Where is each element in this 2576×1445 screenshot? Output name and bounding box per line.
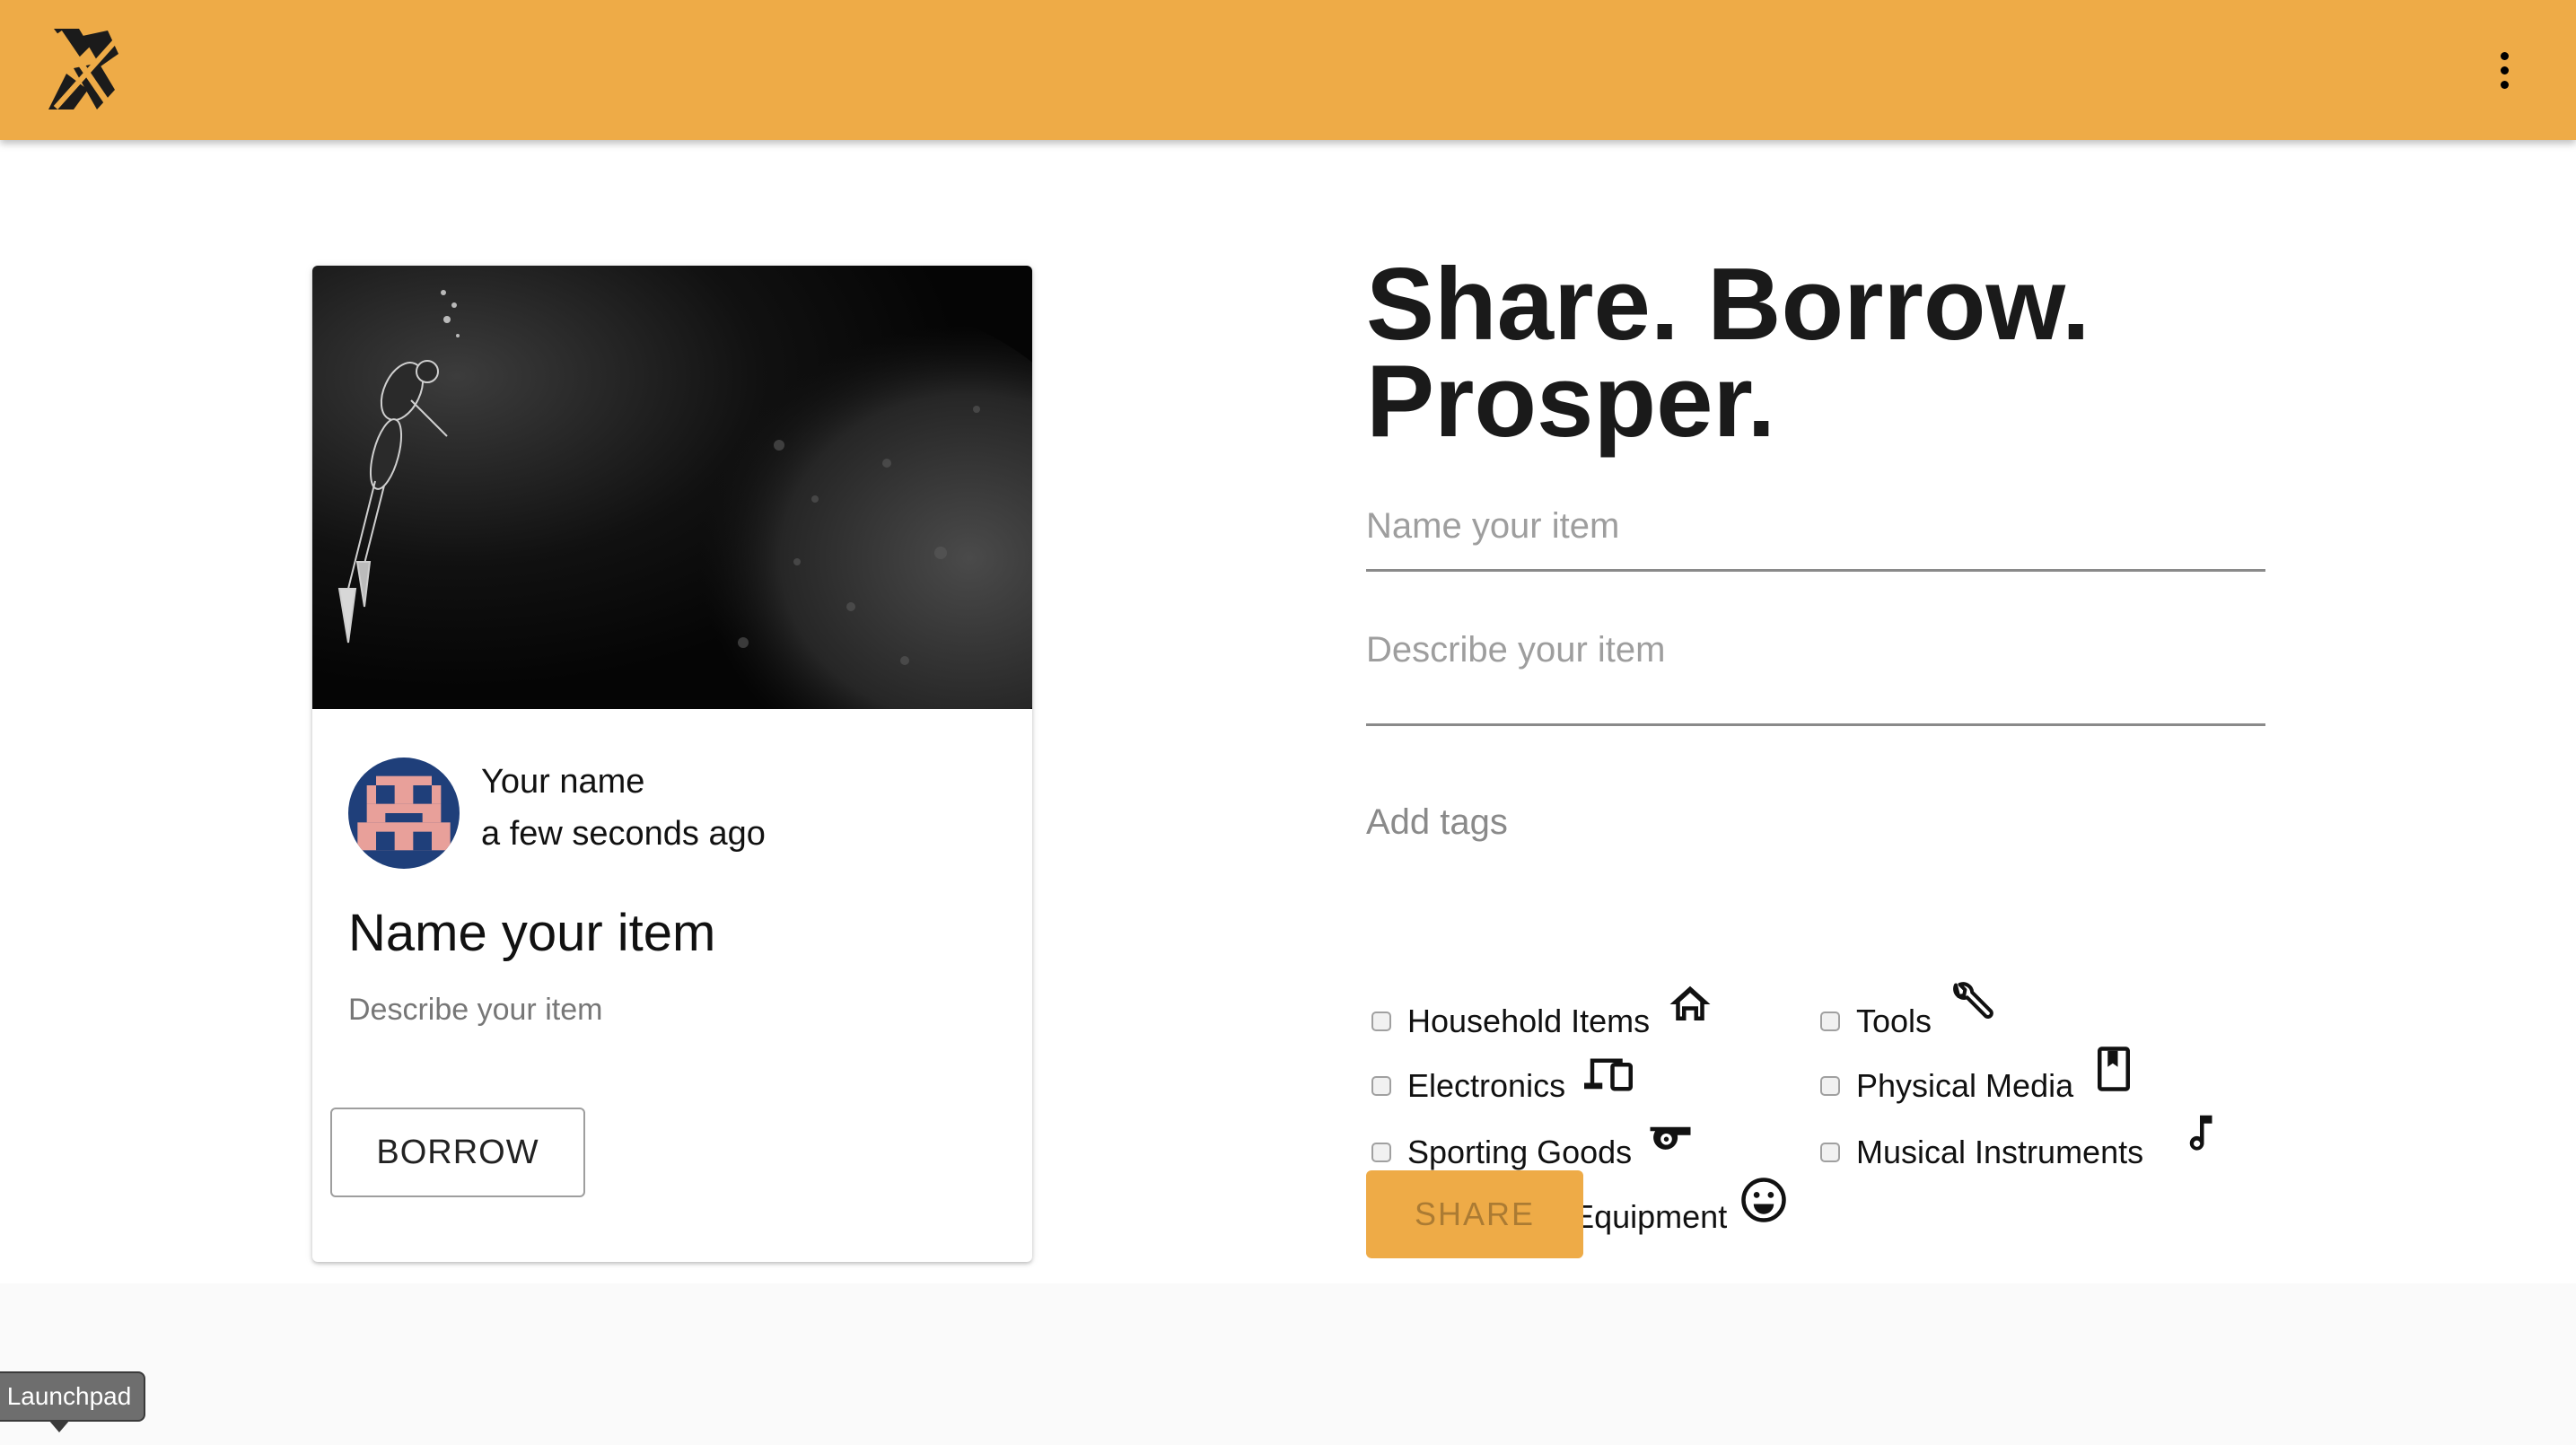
item-preview-card: Your name a few seconds ago Name your it… — [312, 266, 1032, 1262]
tag-checkbox[interactable] — [1820, 1143, 1840, 1162]
tag-tools[interactable]: Tools — [1820, 996, 1932, 1047]
menu-dot — [2500, 80, 2509, 89]
headline-line-1: Share. Borrow. — [1366, 248, 2090, 362]
devices-icon — [1584, 1058, 1633, 1091]
tag-checkbox[interactable] — [1371, 1076, 1391, 1096]
menu-dot — [2500, 66, 2509, 74]
tag-label: Household Items — [1407, 1003, 1651, 1039]
tag-checkbox[interactable] — [1371, 1012, 1391, 1031]
music-note-icon — [2189, 1115, 2212, 1151]
tag-checkbox[interactable] — [1820, 1012, 1840, 1031]
wrench-icon — [1953, 982, 1993, 1019]
item-name-input[interactable] — [1366, 506, 2265, 547]
tooltip-arrow — [48, 1420, 70, 1432]
home-icon — [1669, 985, 1711, 1020]
item-owner: Your name a few seconds ago — [348, 758, 994, 874]
boomtown-logo-icon[interactable] — [47, 27, 122, 113]
page-headline: Share. Borrow. Prosper. — [1366, 248, 2264, 459]
item-description-input[interactable] — [1366, 630, 2265, 711]
tag-label: Physical Media — [1856, 1067, 2074, 1104]
app-header — [0, 0, 2576, 140]
more-vertical-icon[interactable] — [2483, 41, 2526, 99]
item-description: Describe your item — [348, 993, 603, 1027]
tag-checkbox[interactable] — [1371, 1143, 1391, 1162]
menu-dot — [2500, 51, 2509, 60]
tag-electronics[interactable]: Electronics — [1371, 1061, 1565, 1111]
tag-checkbox[interactable] — [1820, 1076, 1840, 1096]
tag-physical-media[interactable]: Physical Media — [1820, 1061, 2073, 1111]
tag-household-items[interactable]: Household Items — [1371, 996, 1650, 1047]
owner-name: Your name — [481, 763, 645, 801]
avatar[interactable] — [348, 758, 460, 869]
tag-label: Musical Instruments — [1856, 1134, 2144, 1170]
whistle-icon — [1650, 1126, 1691, 1150]
borrow-button[interactable]: BORROW — [330, 1108, 585, 1197]
item-description-field — [1366, 630, 2265, 726]
share-page: Your name a few seconds ago Name your it… — [0, 140, 2576, 1283]
smiley-icon — [1741, 1178, 1786, 1222]
item-title: Name your item — [348, 904, 716, 962]
item-image — [312, 266, 1032, 709]
tag-label: Electronics — [1407, 1067, 1566, 1104]
book-icon — [2098, 1047, 2130, 1091]
item-timestamp: a few seconds ago — [481, 815, 766, 853]
tags-label: Add tags — [1366, 802, 1508, 842]
tag-musical-instruments[interactable]: Musical Instruments — [1820, 1127, 2143, 1178]
tag-label: Sporting Goods — [1407, 1134, 1633, 1170]
tag-label: Tools — [1856, 1003, 1932, 1039]
share-button[interactable]: SHARE — [1366, 1170, 1583, 1258]
item-name-field — [1366, 506, 2265, 572]
headline-line-2: Prosper. — [1366, 345, 1776, 459]
launchpad-tooltip: Launchpad — [0, 1371, 145, 1422]
